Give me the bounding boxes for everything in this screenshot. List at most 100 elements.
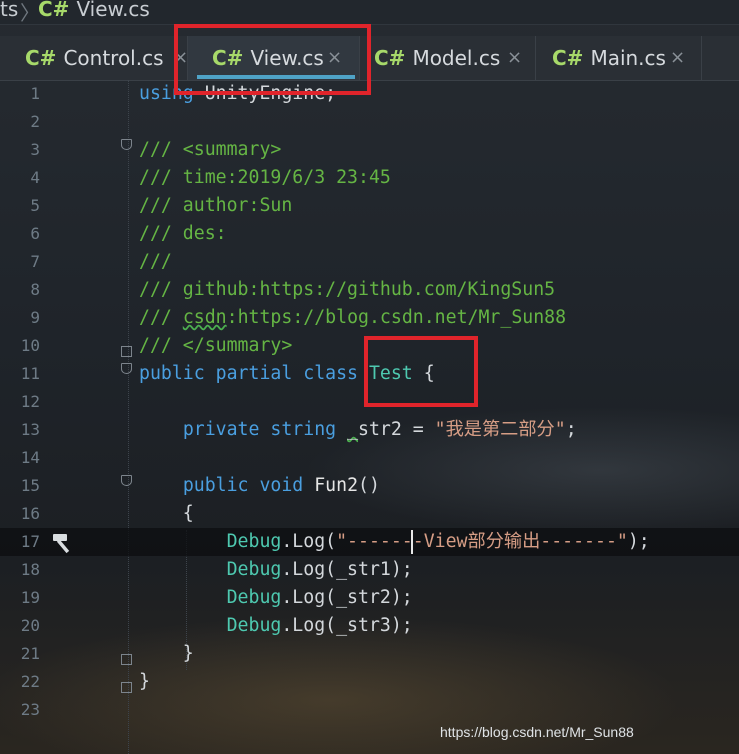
code-token: csdn [182,307,227,328]
code-line[interactable]: 22} [0,668,739,696]
csharp-icon: C# [38,0,70,21]
code-text: Debug.Log("-------View部分输出-------"); [139,528,650,556]
fold-expand-icon[interactable] [121,363,132,374]
code-token: Debug [226,615,282,636]
code-token: ); [627,531,650,552]
line-number: 11 [20,364,40,383]
code-token: } [139,643,194,664]
code-token: /// <summary> [139,139,282,160]
code-token: public partial class [139,363,369,384]
tab-label: Control.cs [63,46,164,70]
code-text: } [139,668,150,696]
breadcrumb-parent[interactable]: ts [0,0,18,21]
tab-close-icon[interactable]: × [507,36,522,80]
code-token: /// author:Sun [139,195,293,216]
code-text: /// author:Sun [139,192,292,220]
code-line[interactable]: 7 /// [0,248,739,276]
code-text: { [139,500,194,528]
code-text: /// github:https://github.com/KingSun5 [139,276,555,304]
line-number: 19 [20,588,40,607]
breadcrumb-file-label: View.cs [76,0,150,21]
code-text: /// </summary> [139,332,292,360]
code-token: str2 = [358,419,435,440]
tab-main-cs[interactable]: C# Main.cs × [536,36,702,80]
line-number: 21 [20,644,40,663]
fold-end-icon[interactable] [121,682,132,693]
code-text: Debug.Log(_str2); [139,584,413,612]
tab-close-icon[interactable]: × [670,36,685,80]
code-token: .Log(_str2); [281,587,413,608]
highlight-box-class-name [364,336,478,407]
code-line[interactable]: 4 /// time:2019/6/3 23:45 [0,164,739,192]
breadcrumb-separator-icon: 〉 [20,1,40,25]
code-text: } [139,640,194,668]
tab-model-cs[interactable]: C# Model.cs × [360,36,536,80]
code-token: { [139,503,194,524]
fold-end-icon[interactable] [121,654,132,665]
fold-end-icon[interactable] [121,346,132,357]
fold-expand-icon[interactable] [121,475,132,486]
fold-expand-icon[interactable] [121,139,132,150]
code-line[interactable]: 21 } [0,640,739,668]
line-number: 7 [30,252,40,271]
code-token: Fun2 [314,475,359,496]
code-token: /// </summary> [139,335,293,356]
line-number: 12 [20,392,40,411]
line-number: 10 [20,336,40,355]
code-token: } [139,671,150,692]
line-number: 1 [30,84,40,103]
code-token: public void [182,475,315,496]
line-number: 5 [30,196,40,215]
line-number: 2 [30,112,40,131]
code-line[interactable]: 14 [0,444,739,472]
code-text: /// des: [139,220,227,248]
code-line[interactable]: 6 /// des: [0,220,739,248]
code-line[interactable]: 13 private string _str2 = "我是第二部分"; [0,416,739,444]
highlight-box-tab [174,24,371,95]
code-token: _ [347,419,359,440]
code-text: Debug.Log(_str1); [139,556,413,584]
code-token: Debug [226,531,282,552]
line-number: 9 [30,308,40,327]
code-line[interactable]: 2 [0,108,739,136]
tab-control-cs[interactable]: C# Control.cs × [10,36,188,80]
code-line[interactable]: 17 Debug.Log("-------View部分输出-------"); [0,528,739,556]
line-number: 6 [30,224,40,243]
line-number: 18 [20,560,40,579]
code-line[interactable]: 23 [0,696,739,724]
code-line[interactable]: 16 { [0,500,739,528]
line-number: 3 [30,140,40,159]
code-token: .Log(_str3); [281,615,413,636]
line-number: 17 [20,532,40,551]
code-line[interactable]: 5 /// author:Sun [0,192,739,220]
breadcrumb-current-file[interactable]: C# View.cs [38,0,150,21]
line-number: 20 [20,616,40,635]
tab-label: Model.cs [412,46,501,70]
code-line[interactable]: 19 Debug.Log(_str2); [0,584,739,612]
code-line[interactable]: 15 public void Fun2() [0,472,739,500]
line-number: 22 [20,672,40,691]
code-text: /// time:2019/6/3 23:45 [139,164,391,192]
code-line[interactable]: 20 Debug.Log(_str3); [0,612,739,640]
code-text: private string _str2 = "我是第二部分"; [139,416,577,444]
line-number: 4 [30,168,40,187]
code-token: "-------View部分输出-------" [336,531,628,552]
code-line[interactable]: 18 Debug.Log(_str1); [0,556,739,584]
code-text: Debug.Log(_str3); [139,612,413,640]
code-token: Debug [226,587,282,608]
code-token: "我是第二部分" [434,419,566,440]
line-number: 16 [20,504,40,523]
code-token: /// [139,251,172,272]
code-line[interactable]: 8 /// github:https://github.com/KingSun5 [0,276,739,304]
code-text: /// [139,248,172,276]
tab-label: Main.cs [590,46,666,70]
csharp-icon: C# [25,46,57,70]
csharp-icon: C# [552,46,584,70]
code-text: public void Fun2() [139,472,380,500]
code-line[interactable]: 9 /// csdn:https://blog.csdn.net/Mr_Sun88 [0,304,739,332]
code-token: .Log( [281,531,337,552]
code-editor[interactable]: 1 using UnityEngine; 2 3/// <summary> 4/// t… [0,80,739,754]
code-line[interactable]: 3 /// <summary> [0,136,739,164]
hammer-icon[interactable] [50,532,76,554]
